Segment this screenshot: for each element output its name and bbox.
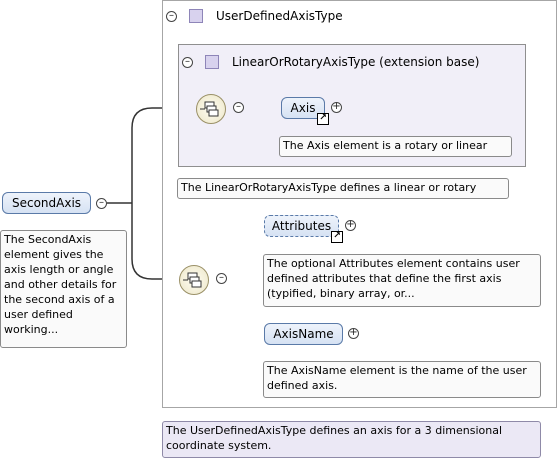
collapse-icon[interactable]: – <box>96 198 107 209</box>
extension-title: LinearOrRotaryAxisType (extension base) <box>232 55 480 69</box>
complex-type-icon <box>205 55 219 69</box>
attributes-element[interactable]: Attributes <box>264 215 339 237</box>
expand-icon[interactable]: + <box>345 220 356 231</box>
sequence-icon <box>200 101 219 117</box>
secondaxis-element[interactable]: SecondAxis <box>2 192 91 214</box>
axis-note: The Axis element is a rotary or linear a… <box>279 136 512 157</box>
collapse-icon[interactable]: – <box>182 57 193 68</box>
complex-type-icon <box>189 9 203 23</box>
expand-icon[interactable]: + <box>331 102 342 113</box>
sequence-compositor-icon[interactable] <box>179 265 209 295</box>
collapse-icon[interactable]: – <box>233 102 244 113</box>
axisname-element[interactable]: AxisName <box>264 323 343 345</box>
attributes-note: The optional Attributes element contains… <box>263 254 541 307</box>
type-note: The UserDefinedAxisType defines an axis … <box>162 421 541 458</box>
collapse-icon[interactable]: – <box>216 273 227 284</box>
sequence-compositor-icon[interactable] <box>196 94 226 124</box>
secondaxis-note: The SecondAxis element gives the axis le… <box>0 230 127 348</box>
sequence-icon <box>183 272 202 288</box>
reference-arrow-icon: ↗ <box>331 231 343 243</box>
expand-icon[interactable]: + <box>348 328 359 339</box>
axisname-note: The AxisName element is the name of the … <box>263 361 541 398</box>
type-title: UserDefinedAxisType <box>216 9 343 23</box>
collapse-icon[interactable]: – <box>166 11 177 22</box>
extension-note: The LinearOrRotaryAxisType defines a lin… <box>177 178 509 199</box>
reference-arrow-icon: ↗ <box>317 113 329 125</box>
